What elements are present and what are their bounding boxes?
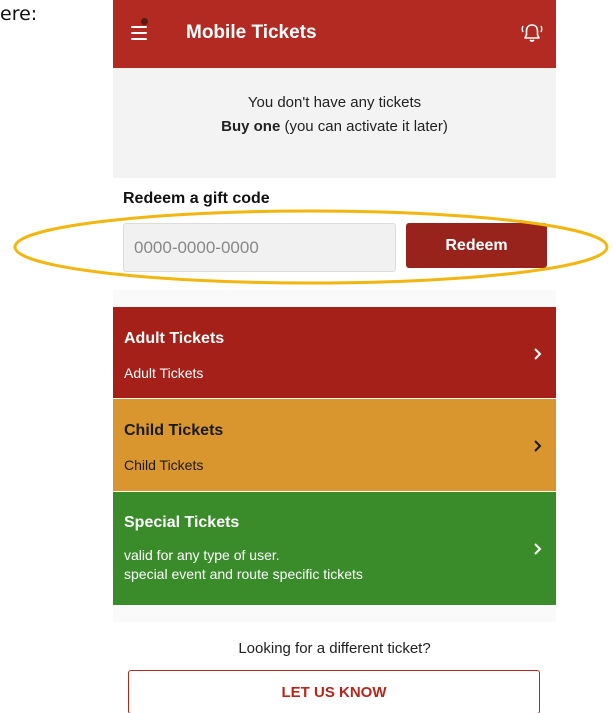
ticket-row-child[interactable]: Child Tickets Child Tickets — [113, 399, 556, 491]
redeem-title: Redeem a gift code — [123, 190, 270, 207]
empty-message-line1: You don't have any tickets — [247, 94, 422, 111]
chevron-right-icon — [534, 440, 542, 452]
ticket-row-adult[interactable]: Adult Tickets Adult Tickets — [113, 307, 556, 398]
chevron-right-icon — [534, 543, 542, 555]
ticket-title: Adult Tickets — [124, 330, 225, 347]
notification-dot — [141, 18, 148, 25]
menu-icon[interactable] — [131, 26, 147, 40]
ticket-title: Special Tickets — [124, 514, 240, 531]
document-text-fragment: ere: — [0, 3, 38, 25]
let-us-know-button[interactable]: LET US KNOW — [128, 670, 540, 713]
buy-one-text[interactable]: Buy one — [221, 118, 280, 135]
footer-section: Looking for a different ticket? LET US K… — [113, 622, 556, 713]
redeem-gift-code-section: Redeem a gift code Redeem — [113, 178, 556, 290]
ticket-subtitle: valid for any type of user. — [124, 547, 280, 563]
app-header: Mobile Tickets — [113, 0, 556, 68]
ticket-subtitle: Child Tickets — [124, 457, 204, 473]
chevron-right-icon — [534, 348, 542, 360]
page-title: Mobile Tickets — [186, 22, 317, 43]
empty-tickets-message: You don't have any tickets Buy one (you … — [113, 68, 556, 178]
ticket-title: Child Tickets — [124, 422, 224, 439]
phone-screen: Mobile Tickets You don't have any ticket… — [113, 0, 556, 713]
ticket-subtitle: special event and route specific tickets — [124, 566, 363, 582]
ticket-subtitle: Adult Tickets — [124, 365, 204, 381]
ticket-row-special[interactable]: Special Tickets valid for any type of us… — [113, 492, 556, 605]
redeem-button[interactable]: Redeem — [406, 223, 547, 268]
gift-code-input[interactable] — [123, 223, 396, 272]
activate-later-text: (you can activate it later) — [280, 118, 448, 135]
empty-message-line2: Buy one (you can activate it later) — [113, 118, 556, 135]
different-ticket-question: Looking for a different ticket? — [238, 640, 431, 657]
bell-icon[interactable] — [520, 22, 544, 44]
